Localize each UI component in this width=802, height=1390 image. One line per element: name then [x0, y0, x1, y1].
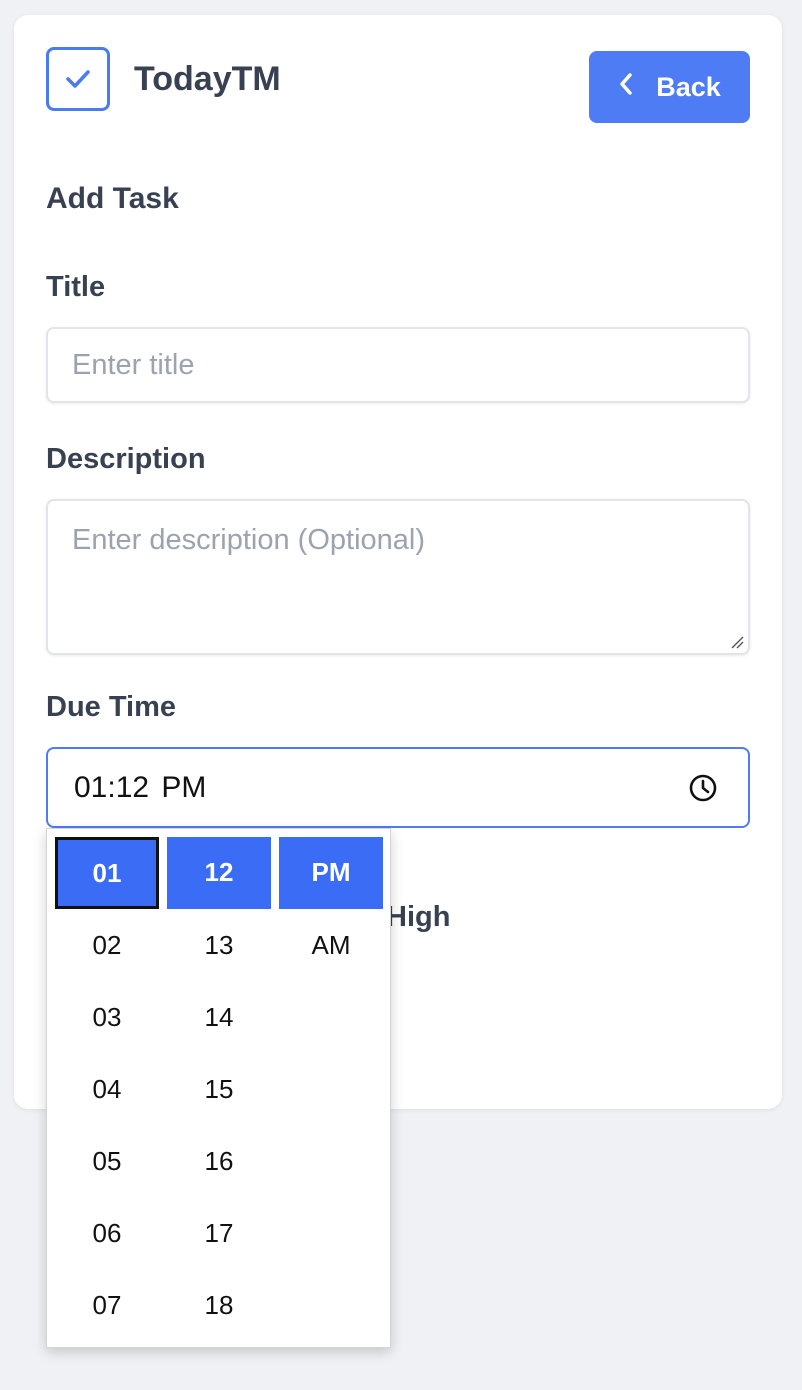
minute-option[interactable]: 12	[167, 837, 271, 909]
minute-option[interactable]: 15	[167, 1053, 271, 1125]
period-column: PM AM	[279, 837, 383, 981]
chevron-left-icon	[620, 73, 632, 95]
minute-option[interactable]: 17	[167, 1197, 271, 1269]
minute-option[interactable]: 13	[167, 909, 271, 981]
due-time-value: 01:12 PM	[74, 771, 207, 804]
title-label: Title	[46, 271, 106, 303]
app-logo-checkbox-icon	[46, 47, 110, 111]
priority-option-high[interactable]: High	[386, 901, 450, 934]
resize-grip-icon[interactable]	[730, 635, 744, 649]
hour-option[interactable]: 07	[55, 1269, 159, 1341]
back-button[interactable]: Back	[589, 51, 750, 123]
section-title: Add Task	[46, 182, 179, 215]
due-time-input[interactable]: 01:12 PM	[46, 747, 750, 828]
hour-option[interactable]: 05	[55, 1125, 159, 1197]
due-time-label: Due Time	[46, 691, 177, 723]
app-title: TodayTM	[134, 60, 281, 98]
minute-option[interactable]: 14	[167, 981, 271, 1053]
hour-option[interactable]: 06	[55, 1197, 159, 1269]
hour-option[interactable]: 03	[55, 981, 159, 1053]
period-option[interactable]: PM	[279, 837, 383, 909]
back-button-label: Back	[656, 71, 721, 102]
hour-column: 01 02 03 04 05 06 07	[55, 837, 159, 1341]
description-label: Description	[46, 443, 206, 475]
time-picker-dropdown: 01 02 03 04 05 06 07 12 13 14 15 16 17 1…	[46, 828, 391, 1348]
clock-icon[interactable]	[688, 773, 718, 803]
hour-option[interactable]: 04	[55, 1053, 159, 1125]
title-input[interactable]: Enter title	[46, 327, 750, 403]
period-option[interactable]: AM	[279, 909, 383, 981]
title-placeholder: Enter title	[72, 349, 195, 381]
minute-option[interactable]: 18	[167, 1269, 271, 1341]
check-icon	[66, 70, 90, 88]
description-textarea[interactable]: Enter description (Optional)	[46, 499, 750, 655]
minute-column: 12 13 14 15 16 17 18	[167, 837, 271, 1341]
description-placeholder: Enter description (Optional)	[72, 524, 425, 556]
hour-option[interactable]: 02	[55, 909, 159, 981]
hour-option[interactable]: 01	[55, 837, 159, 909]
minute-option[interactable]: 16	[167, 1125, 271, 1197]
